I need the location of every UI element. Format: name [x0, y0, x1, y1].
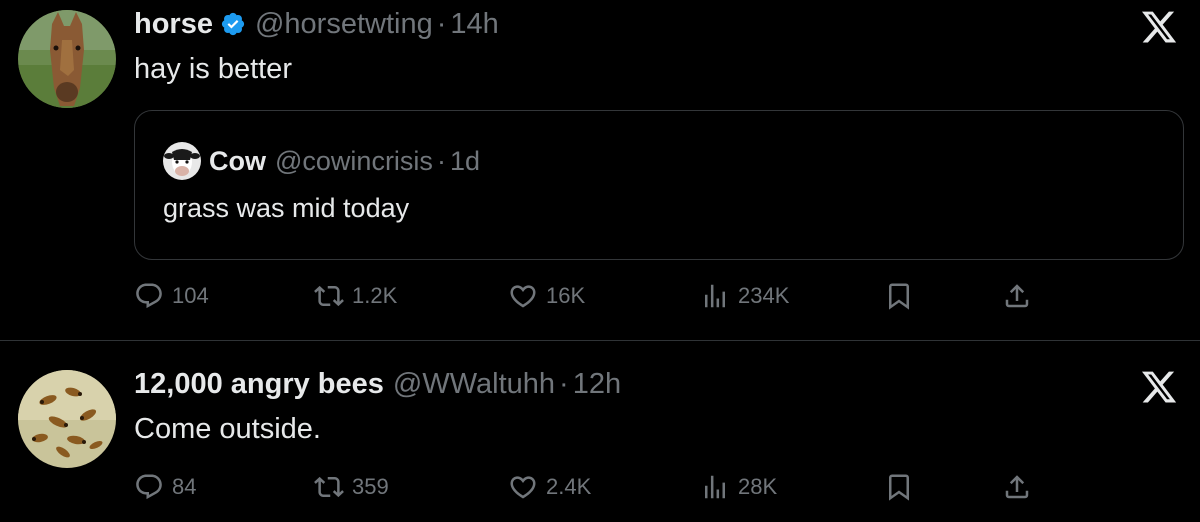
tweet-header: horse @horsetwting · 14h [134, 4, 499, 44]
reply-button[interactable]: 104 [134, 276, 209, 316]
verified-badge-icon [221, 12, 245, 36]
views-button[interactable]: 234K [700, 276, 789, 316]
quote-tweet[interactable]: Cow @cowincrisis · 1d grass was mid toda… [134, 110, 1184, 260]
reply-icon [136, 283, 162, 309]
tweet-text: hay is better [134, 53, 292, 85]
quote-header: Cow @cowincrisis · 1d [163, 141, 480, 181]
tweet-header: 12,000 angry bees @WWaltuhh · 12h [134, 364, 621, 404]
repost-button[interactable]: 1.2K [314, 276, 397, 316]
quote-text: grass was mid today [163, 193, 410, 223]
like-count: 2.4K [546, 474, 592, 499]
like-icon [510, 285, 536, 308]
views-button[interactable]: 28K [700, 467, 777, 507]
bookmark-button[interactable] [884, 276, 914, 316]
separator-dot: · [436, 7, 447, 40]
tweet-horse[interactable]: horse @horsetwting · 14h hay is better C… [0, 0, 1200, 340]
repost-icon [314, 285, 344, 307]
quote-timestamp[interactable]: 1d [450, 146, 480, 177]
action-bar: 104 1.2K 16K 234K [134, 276, 1054, 316]
display-name[interactable]: 12,000 angry bees [134, 368, 384, 401]
avatar-cow [163, 142, 201, 180]
action-bar: 84 359 2.4K 28K [134, 467, 1054, 507]
x-logo-icon [1141, 11, 1177, 43]
repost-count: 359 [352, 474, 389, 499]
handle[interactable]: @horsetwting [255, 8, 433, 41]
separator-dot: · [559, 367, 569, 400]
separator-dot: · [436, 145, 446, 176]
tweet-bees[interactable]: 12,000 angry bees @WWaltuhh · 12h Come o… [0, 341, 1200, 522]
reply-button[interactable]: 84 [134, 467, 196, 507]
timestamp[interactable]: 12h [573, 368, 621, 401]
repost-icon [314, 476, 344, 498]
tweet-text: Come outside. [134, 413, 321, 445]
share-button[interactable] [1002, 276, 1032, 316]
share-button[interactable] [1002, 467, 1032, 507]
share-icon [1005, 475, 1029, 499]
handle[interactable]: @WWaltuhh [393, 368, 555, 401]
repost-count: 1.2K [352, 283, 398, 308]
views-count: 28K [738, 474, 778, 499]
like-button[interactable]: 16K [508, 276, 585, 316]
like-button[interactable]: 2.4K [508, 467, 591, 507]
bookmark-icon [889, 474, 909, 501]
share-icon [1005, 284, 1029, 308]
reply-count: 104 [172, 283, 209, 308]
views-count: 234K [738, 283, 790, 308]
display-name[interactable]: horse [134, 8, 213, 41]
avatar-horse[interactable] [18, 10, 116, 108]
reply-icon [136, 474, 162, 500]
repost-button[interactable]: 359 [314, 467, 389, 507]
views-icon [705, 475, 725, 499]
like-count: 16K [546, 283, 586, 308]
reply-count: 84 [172, 474, 197, 499]
quote-handle[interactable]: @cowincrisis [275, 146, 433, 177]
bookmark-icon [889, 283, 909, 310]
timestamp[interactable]: 14h [450, 8, 498, 41]
avatar-bees[interactable] [18, 370, 116, 468]
quote-display-name[interactable]: Cow [209, 146, 266, 177]
views-icon [705, 284, 725, 308]
like-icon [510, 476, 536, 499]
bookmark-button[interactable] [884, 467, 914, 507]
x-logo-icon [1141, 371, 1177, 403]
